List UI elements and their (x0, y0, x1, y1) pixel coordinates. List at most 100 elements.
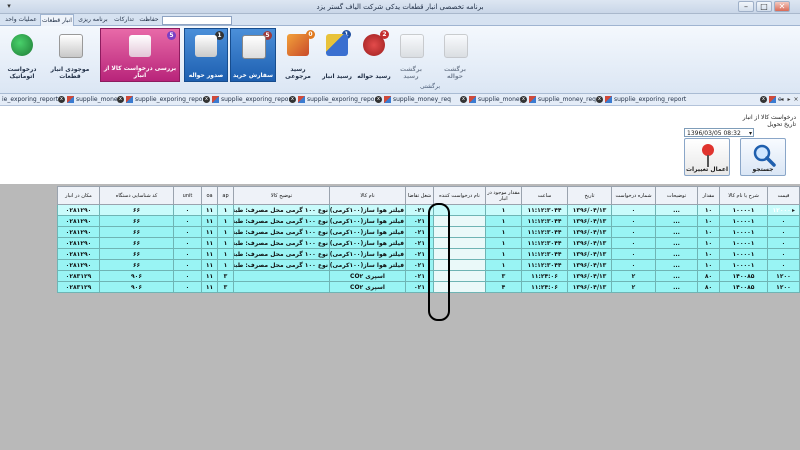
table-cell[interactable]: ۰ (767, 226, 800, 238)
slip-receipt-button[interactable]: 2 رسید حواله (356, 28, 392, 82)
doc-tab[interactable]: x supplie_money (58, 95, 121, 105)
column-header[interactable]: توضیحات (655, 186, 698, 205)
table-cell[interactable]: ۲ (611, 270, 656, 282)
table-cell[interactable]: ۱۱:۱۲:۳۰۴۴ (521, 237, 568, 249)
table-cell[interactable]: ۱۲۰۰ (767, 281, 800, 293)
table-cell[interactable]: ۱۱:۲۴:۰۶ (521, 270, 568, 282)
table-cell[interactable]: فیلتر هوا ساز(۱۰۰کرمی) (329, 259, 406, 271)
doc-tab[interactable]: x supplie_exporing_report (289, 95, 379, 105)
table-cell[interactable] (233, 281, 330, 293)
table-cell[interactable]: ۰ (611, 259, 656, 271)
table-cell[interactable]: ... (655, 248, 698, 260)
table-cell[interactable]: ۶۶ (99, 215, 174, 227)
table-cell[interactable]: نوع ۱۰۰ گرمی محل مصرف: طبقه اول (233, 215, 330, 227)
table-cell[interactable]: ۹۰۶ (99, 270, 174, 282)
table-cell[interactable]: نوع ۱۰۰ گرمی محل مصرف: طبقه اول (233, 248, 330, 260)
table-cell[interactable]: ۱ (485, 237, 522, 249)
column-header[interactable]: ساعت (521, 186, 568, 205)
ribbon-search-input[interactable] (162, 16, 232, 25)
column-header[interactable]: شغل تقاضا (405, 186, 434, 205)
table-cell[interactable]: ۶۶ (99, 204, 174, 216)
table-cell[interactable]: ۲ (611, 281, 656, 293)
apply-changes-button[interactable]: اعمال تغییرات (684, 138, 730, 176)
table-cell[interactable]: ۱۱:۱۲:۳۰۴۴ (521, 259, 568, 271)
table-cell[interactable]: ۰ (611, 248, 656, 260)
table-cell[interactable]: ... (655, 281, 698, 293)
table-cell[interactable]: ۳ (217, 281, 234, 293)
table-cell[interactable]: ۱۱ (201, 237, 218, 249)
table-cell[interactable]: ۱ (217, 237, 234, 249)
close-icon[interactable]: x (117, 96, 124, 103)
table-cell[interactable]: ۱ (485, 204, 522, 216)
auto-request-button[interactable]: درخواست اتوماتیک (2, 28, 42, 82)
table-cell[interactable]: ۱۴۰۰۸۵ (719, 270, 768, 282)
close-icon[interactable]: x (460, 96, 467, 103)
purchase-order-button[interactable]: 5 سفارش خرید (230, 28, 276, 82)
table-cell[interactable]: ۴ (485, 281, 522, 293)
table-cell[interactable]: ... (655, 270, 698, 282)
close-icon[interactable]: x (596, 96, 603, 103)
tab-unit-operations[interactable]: عملیات واحد (2, 14, 40, 26)
table-cell[interactable]: ... (655, 204, 698, 216)
table-cell[interactable]: ۱ (217, 259, 234, 271)
doc-tab[interactable]: x supplie_exporing_report (596, 95, 686, 105)
table-cell[interactable]: ۰ (173, 237, 202, 249)
table-cell[interactable]: ۱۰ (697, 226, 720, 238)
table-cell[interactable]: ۰۲۸۱۲۹۰ (57, 248, 100, 260)
table-cell[interactable]: اسپری CO۲ (329, 281, 406, 293)
close-icon[interactable]: x (760, 96, 767, 103)
table-cell[interactable]: ۱۱:۱۲:۳۰۴۴ (521, 215, 568, 227)
table-cell[interactable]: ۱۲۰۰ (767, 270, 800, 282)
delivery-date-picker[interactable]: 1396/03/05 08:32 ▾ (684, 128, 754, 137)
table-cell[interactable]: ۱۱ (201, 259, 218, 271)
table-cell[interactable]: ۱۳۹۶/۰۴/۱۳ (567, 237, 612, 249)
table-cell[interactable]: ۰ (611, 215, 656, 227)
warehouse-receipt-button[interactable]: 1 رسید انبار (320, 28, 354, 82)
column-header[interactable]: مقدار موجود در انبار (485, 186, 522, 205)
table-cell[interactable]: ۰ (173, 281, 202, 293)
tab-procurement[interactable]: تدارکات (111, 14, 137, 26)
column-header[interactable]: oa (201, 186, 218, 205)
column-header[interactable]: تاریخ (567, 186, 612, 205)
column-header[interactable]: کد شناسایی دستگاه (99, 186, 174, 205)
doc-tab[interactable]: x supplie_money (460, 95, 523, 105)
close-icon[interactable]: x (289, 96, 296, 103)
column-header[interactable]: نام درخواست کننده (433, 186, 486, 205)
table-cell[interactable]: ۰ (173, 226, 202, 238)
column-header[interactable]: مقدار (697, 186, 720, 205)
table-cell[interactable]: ۶۶ (99, 248, 174, 260)
table-cell[interactable]: ۱۴۰۰۸۵ (719, 281, 768, 293)
table-cell[interactable]: ... (655, 237, 698, 249)
column-header[interactable]: ap (217, 186, 234, 205)
table-cell[interactable]: ۰ (611, 237, 656, 249)
table-cell[interactable]: ۰۲۸۱۲۹۰ (57, 226, 100, 238)
table-cell[interactable]: ۱۱:۱۲:۳۰۴۴ (521, 226, 568, 238)
table-cell[interactable]: نوع ۱۰۰ گرمی محل مصرف: طبقه اول (233, 226, 330, 238)
table-cell[interactable]: ۰ (767, 259, 800, 271)
doc-tab[interactable]: x supplie_money_req (520, 95, 596, 105)
close-icon[interactable]: x (203, 96, 210, 103)
table-cell[interactable]: ... (655, 215, 698, 227)
table-cell[interactable]: ۱۰ (697, 248, 720, 260)
table-cell[interactable]: ۰۲۸۱۲۹۰ (57, 259, 100, 271)
table-cell[interactable]: فیلتر هوا ساز(۱۰۰کرمی) (329, 248, 406, 260)
table-cell[interactable]: ۰ (767, 215, 800, 227)
table-cell[interactable]: ۱ (485, 215, 522, 227)
table-cell[interactable]: ۱۰۰۰۰۱ (719, 248, 768, 260)
doc-tab[interactable]: x supplie_exporing_report (203, 95, 293, 105)
table-cell[interactable]: ... (655, 226, 698, 238)
table-cell[interactable]: ۳ (217, 270, 234, 282)
table-cell[interactable]: ۱۱ (201, 270, 218, 282)
table-cell[interactable]: ۰ (611, 204, 656, 216)
table-cell[interactable]: ۱۱ (201, 281, 218, 293)
tab-planning[interactable]: برنامه ریزی (76, 14, 110, 26)
table-cell[interactable]: فیلتر هوا ساز(۱۰۰کرمی) (329, 237, 406, 249)
table-cell[interactable] (233, 270, 330, 282)
column-header[interactable]: مکان در انبار (57, 186, 100, 205)
column-header[interactable]: شماره درخواست (611, 186, 656, 205)
table-cell[interactable]: ۰۲۸۱۲۹۰ (57, 204, 100, 216)
table-cell[interactable]: ۰۲۸۱۲۹۰ (57, 215, 100, 227)
table-cell[interactable]: ۱۰۰۰۰۱ (719, 204, 768, 216)
close-button[interactable]: ✕ (774, 1, 790, 12)
table-cell[interactable]: ۰ (173, 248, 202, 260)
